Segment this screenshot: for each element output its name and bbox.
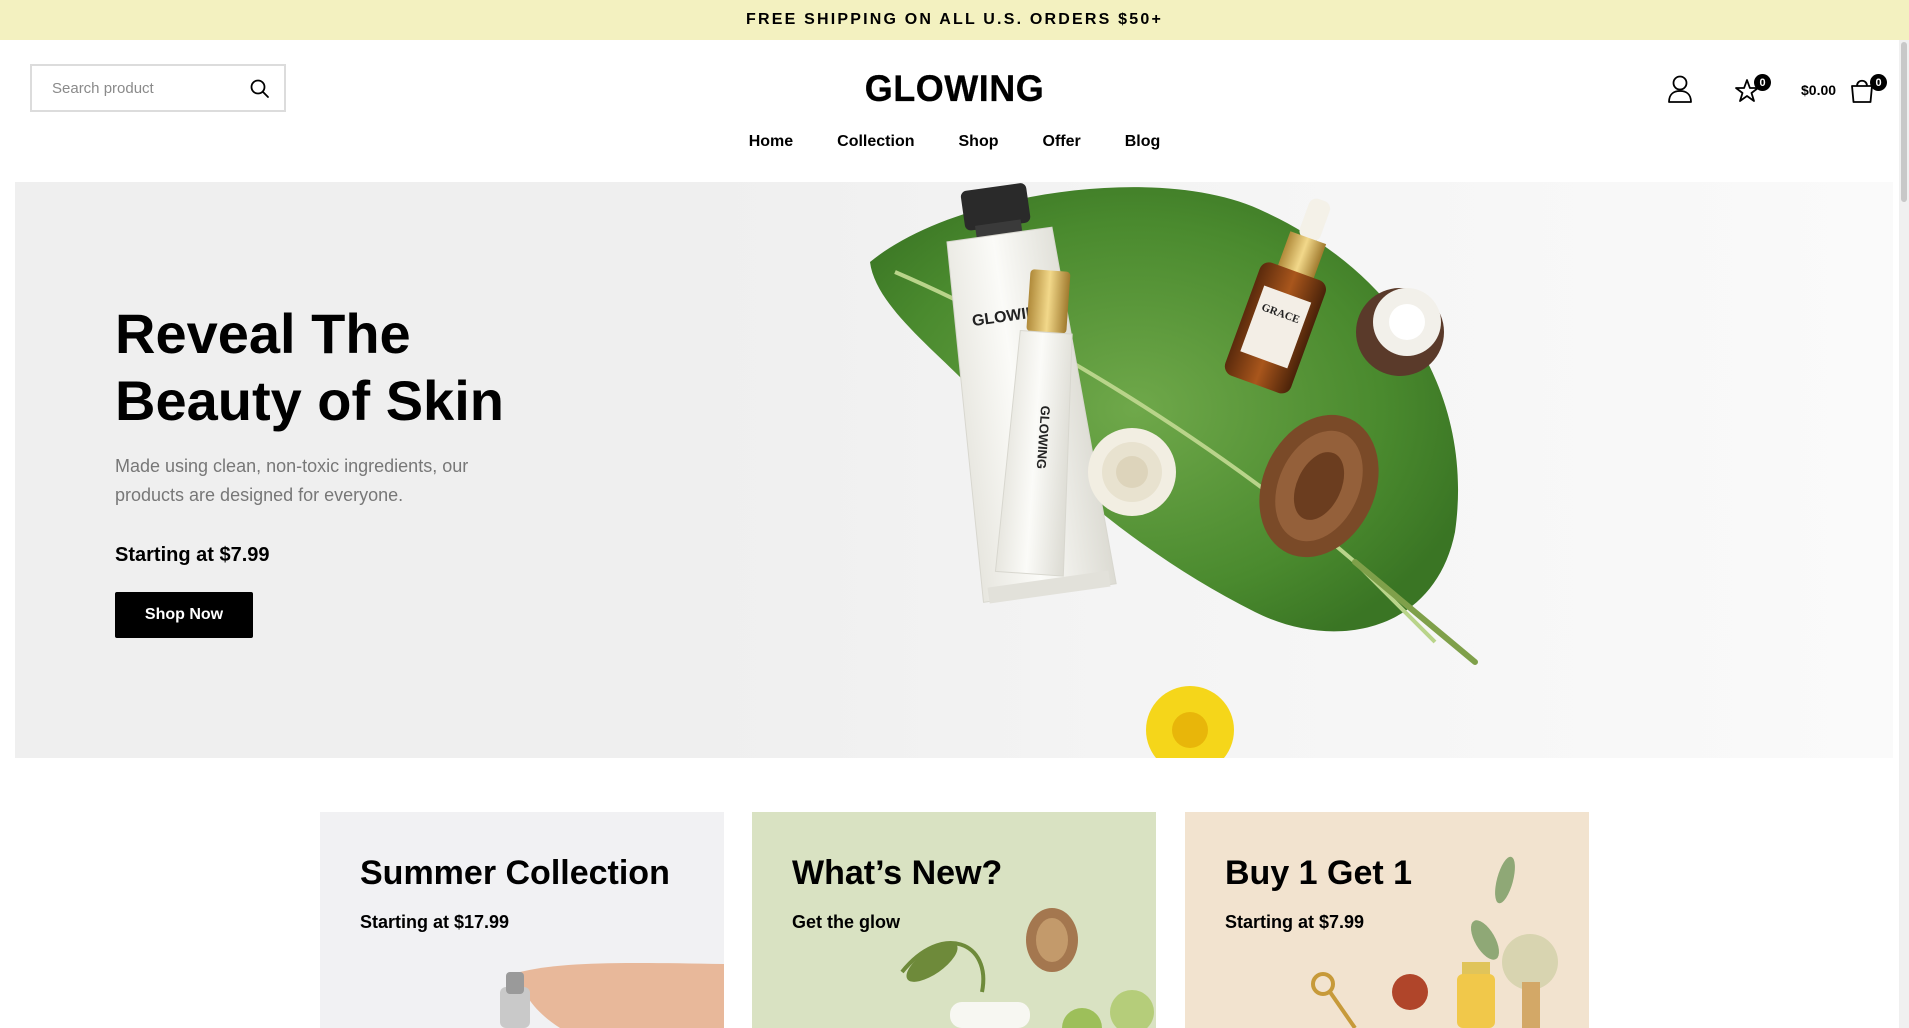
wishlist-button[interactable]: 0 xyxy=(1733,74,1777,108)
yellow-flower xyxy=(1146,686,1234,758)
nav-item-offer[interactable]: Offer xyxy=(1043,133,1081,151)
promo-banner-text: FREE SHIPPING ON ALL U.S. ORDERS $50+ xyxy=(745,11,1164,28)
wishlist-count-badge: 0 xyxy=(1754,74,1771,91)
logo-text: GLOWING xyxy=(864,67,1045,110)
nav-item-shop[interactable]: Shop xyxy=(959,133,999,151)
site-logo[interactable]: GLOWING xyxy=(0,67,1909,111)
hero-title: Reveal The Beauty of Skin xyxy=(115,300,675,434)
scrollbar-thumb[interactable] xyxy=(1901,42,1907,202)
nav-item-home[interactable]: Home xyxy=(749,133,793,151)
card-title: Summer Collection xyxy=(360,854,670,892)
white-flower xyxy=(1088,428,1176,516)
cart-count-badge: 0 xyxy=(1870,74,1887,91)
hero-product-image: GLOWING GLOWING GRACE xyxy=(870,183,1478,758)
shop-now-button[interactable]: Shop Now xyxy=(115,592,253,638)
nav-item-collection[interactable]: Collection xyxy=(837,133,914,151)
promo-banner: FREE SHIPPING ON ALL U.S. ORDERS $50+ xyxy=(0,0,1909,40)
main-nav: Home Collection Shop Offer Blog xyxy=(0,133,1909,151)
nav-item-blog[interactable]: Blog xyxy=(1125,133,1161,151)
small-jar xyxy=(1356,288,1444,376)
hero-title-line2: Beauty of Skin xyxy=(115,369,504,432)
promo-cards: Summer Collection Starting at $17.99 Wha… xyxy=(0,812,1909,1028)
cart-button[interactable]: 0 xyxy=(1848,74,1892,108)
site-header: GLOWING Home Collection Shop Offer Blog … xyxy=(0,40,1909,182)
card-title: Buy 1 Get 1 xyxy=(1225,854,1413,892)
cart-total[interactable]: $0.00 xyxy=(1801,82,1836,98)
promo-card-summer[interactable]: Summer Collection Starting at $17.99 xyxy=(320,812,724,1028)
card-subtitle: Get the glow xyxy=(792,912,900,932)
hero-price: Starting at $7.99 xyxy=(115,544,270,566)
hero-description: Made using clean, non-toxic ingredients,… xyxy=(115,456,469,505)
promo-card-whats-new[interactable]: What’s New? Get the glow xyxy=(752,812,1156,1028)
card-subtitle: Starting at $17.99 xyxy=(360,912,510,932)
user-icon[interactable] xyxy=(1666,74,1694,104)
card-title: What’s New? xyxy=(792,854,1003,892)
card-subtitle: Starting at $7.99 xyxy=(1225,912,1365,932)
hero-banner: Reveal The Beauty of Skin Made using cle… xyxy=(15,182,1893,758)
hero-title-line1: Reveal The xyxy=(115,302,411,365)
promo-card-bogo[interactable]: Buy 1 Get 1 Starting at $7.99 xyxy=(1185,812,1589,1028)
